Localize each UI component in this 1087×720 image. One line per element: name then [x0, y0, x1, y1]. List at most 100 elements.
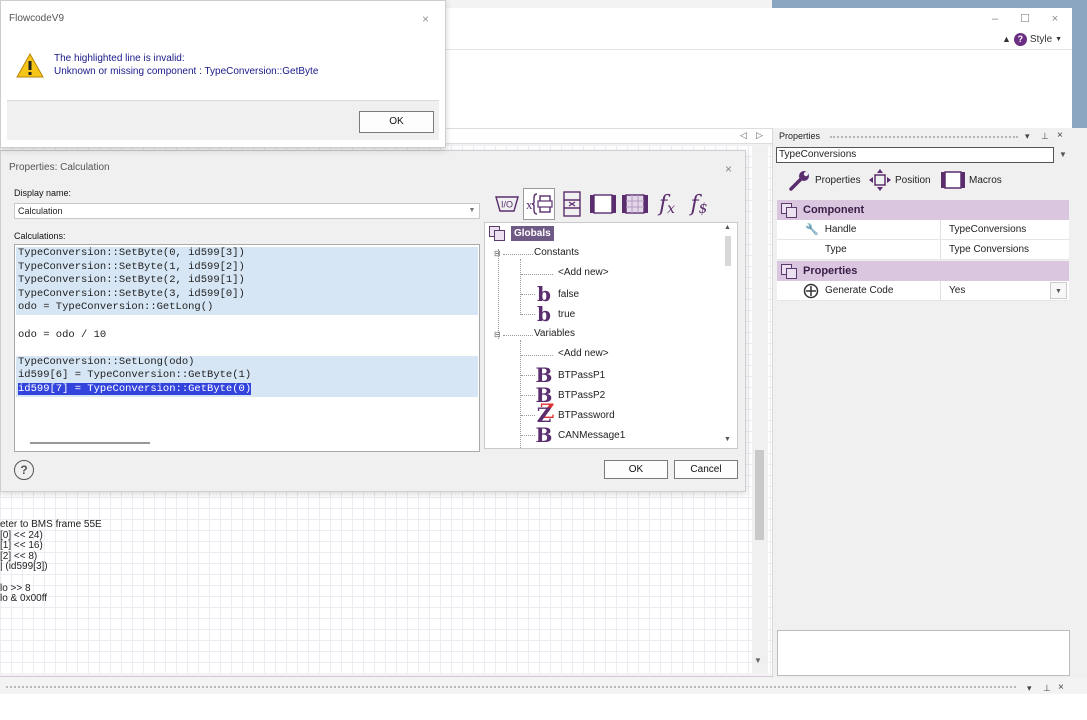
- tree-scroll-thumb[interactable]: [725, 236, 731, 266]
- tree-connector: [503, 335, 533, 336]
- tab-properties[interactable]: Properties: [788, 167, 861, 193]
- chevron-down-icon[interactable]: ▼: [465, 204, 479, 218]
- tree-add-new-variable[interactable]: <Add new>: [558, 348, 609, 359]
- bottom-panel-close-icon[interactable]: ×: [1058, 682, 1064, 693]
- port-icon[interactable]: [588, 190, 618, 218]
- properties-panel-title: Properties: [779, 131, 821, 141]
- panel-grip: [830, 136, 1018, 138]
- component-icon[interactable]: [560, 190, 584, 218]
- canvas-vertical-scrollbar[interactable]: [752, 145, 768, 673]
- style-menu[interactable]: ▲ ? Style ▼: [1002, 32, 1062, 46]
- property-key: Type: [825, 244, 847, 255]
- tab-prev-button[interactable]: ◁: [740, 130, 747, 141]
- tree-add-new-constant[interactable]: <Add new>: [558, 267, 609, 278]
- panel-menu-icon[interactable]: ▾: [1025, 131, 1030, 142]
- code-line[interactable]: odo = TypeConversion::GetLong(): [16, 301, 478, 315]
- code-line[interactable]: [16, 315, 478, 329]
- scroll-down-icon[interactable]: ▼: [754, 656, 762, 665]
- io-icon[interactable]: I/O: [493, 190, 521, 218]
- display-name-label: Display name:: [14, 188, 72, 198]
- style-label: Style: [1029, 33, 1053, 45]
- dialog-title: FlowcodeV9: [9, 13, 65, 24]
- variable-icon[interactable]: x: [523, 188, 555, 220]
- tab-properties-label: Properties: [815, 174, 861, 186]
- property-value-dropdown[interactable]: Yes: [941, 285, 965, 296]
- code-line[interactable]: TypeConversion::SetLong(odo): [16, 355, 478, 370]
- code-line-selected[interactable]: id599[7] = TypeConversion::GetByte(0): [16, 383, 478, 397]
- tree-connector: [521, 375, 535, 376]
- chevron-down-icon[interactable]: ▼: [1050, 282, 1067, 299]
- tree-variable[interactable]: B BTPassP2: [534, 385, 606, 405]
- code-line[interactable]: id599[6] = TypeConversion::GetByte(1): [16, 369, 478, 383]
- tree-variable[interactable]: B BTPassP1: [534, 365, 606, 385]
- scroll-up-icon[interactable]: ▲: [724, 224, 731, 231]
- calculations-editor[interactable]: TypeConversion::SetByte(0, id599[3]) Typ…: [14, 244, 480, 452]
- editor-horizontal-scrollbar[interactable]: [30, 442, 150, 444]
- code-line[interactable]: TypeConversion::SetByte(2, id599[1]): [16, 274, 478, 288]
- function-icon[interactable]: fx: [654, 190, 680, 218]
- display-name-field[interactable]: Calculation: [14, 203, 480, 219]
- code-line[interactable]: TypeConversion::SetByte(3, id599[0]): [16, 287, 478, 302]
- tree-connector: [521, 415, 535, 416]
- collapse-icon[interactable]: ⊟: [494, 331, 502, 339]
- code-line[interactable]: TypeConversion::SetByte(1, id599[2]): [16, 260, 478, 275]
- tab-position-label: Position: [895, 174, 931, 186]
- code-line[interactable]: [16, 342, 478, 356]
- tree-connector: [520, 259, 521, 315]
- close-button[interactable]: ×: [1048, 12, 1062, 26]
- panel-pin-icon[interactable]: ⊥: [1041, 131, 1049, 142]
- warning-icon: [16, 52, 44, 82]
- help-icon[interactable]: ?: [1013, 32, 1027, 46]
- add-new-label: <Add new>: [558, 267, 609, 278]
- minimize-button[interactable]: –: [988, 12, 1002, 26]
- property-row-generate-code[interactable]: Generate Code Yes: [777, 281, 1069, 301]
- svg-text:x: x: [526, 197, 533, 212]
- error-message-detail: Unknown or missing component : TypeConve…: [54, 66, 319, 77]
- close-icon[interactable]: ×: [725, 162, 732, 176]
- code-line[interactable]: TypeConversion::SetByte(0, id599[3]): [16, 247, 478, 261]
- variable-tree[interactable]: Globals ⊟ Constants <Add new> b false b tr…: [484, 222, 738, 449]
- property-row-handle[interactable]: 🔧 Handle TypeConversions: [777, 220, 1069, 240]
- tree-node-constants[interactable]: Constants: [534, 247, 579, 258]
- chevron-down-icon[interactable]: ▼: [1056, 147, 1070, 163]
- tree-variable[interactable]: Z BTPassword: [534, 405, 615, 425]
- group-icon: [781, 264, 797, 279]
- maximize-button[interactable]: ☐: [1018, 12, 1032, 26]
- cancel-button[interactable]: Cancel: [674, 460, 738, 479]
- tree-constant-true[interactable]: b true: [534, 304, 575, 324]
- chevron-down-icon: ▼: [1055, 35, 1063, 43]
- tree-root-globals[interactable]: Globals: [489, 225, 554, 241]
- component-selector[interactable]: TypeConversions: [776, 147, 1054, 163]
- desktop-background-edge: [1072, 0, 1087, 130]
- tab-macros[interactable]: Macros: [940, 167, 1002, 193]
- tree-node-label: false: [558, 288, 580, 300]
- tree-node-variables[interactable]: Variables: [534, 328, 575, 339]
- desktop-background: [772, 0, 1087, 8]
- help-icon[interactable]: ?: [14, 460, 34, 480]
- ok-button[interactable]: OK: [359, 111, 434, 133]
- panel-close-icon[interactable]: ×: [1057, 130, 1063, 141]
- code-line[interactable]: odo = odo / 10: [16, 329, 478, 343]
- tree-root-label: Globals: [511, 225, 554, 241]
- tab-position[interactable]: Position: [868, 167, 931, 193]
- collapse-icon[interactable]: ⊟: [494, 250, 502, 258]
- canvas-scroll-thumb[interactable]: [755, 450, 764, 540]
- bottom-panel-menu-icon[interactable]: ▾: [1027, 683, 1032, 694]
- ribbon-collapse-icon[interactable]: ▲: [1002, 34, 1011, 44]
- group-header-properties[interactable]: Properties: [777, 261, 1069, 281]
- tree-connector: [521, 395, 535, 396]
- tree-variable[interactable]: B CANMessage1: [534, 425, 626, 445]
- property-row-type[interactable]: Type Type Conversions: [777, 240, 1069, 260]
- string-function-icon[interactable]: f $: [686, 190, 712, 218]
- bottom-panel-pin-icon[interactable]: ⊥: [1043, 683, 1051, 694]
- ok-button[interactable]: OK: [604, 460, 668, 479]
- properties-vertical-scrollbar[interactable]: [1072, 165, 1086, 670]
- scroll-down-icon[interactable]: ▼: [724, 436, 731, 443]
- tree-connector: [521, 314, 535, 315]
- tab-next-button[interactable]: ▷: [756, 130, 763, 141]
- selected-text[interactable]: id599[7] = TypeConversion::GetByte(0): [18, 383, 252, 395]
- close-icon[interactable]: ×: [422, 12, 429, 26]
- group-header-component[interactable]: Component: [777, 200, 1069, 220]
- macro-icon[interactable]: [620, 190, 650, 218]
- tree-constant-false[interactable]: b false: [534, 284, 580, 304]
